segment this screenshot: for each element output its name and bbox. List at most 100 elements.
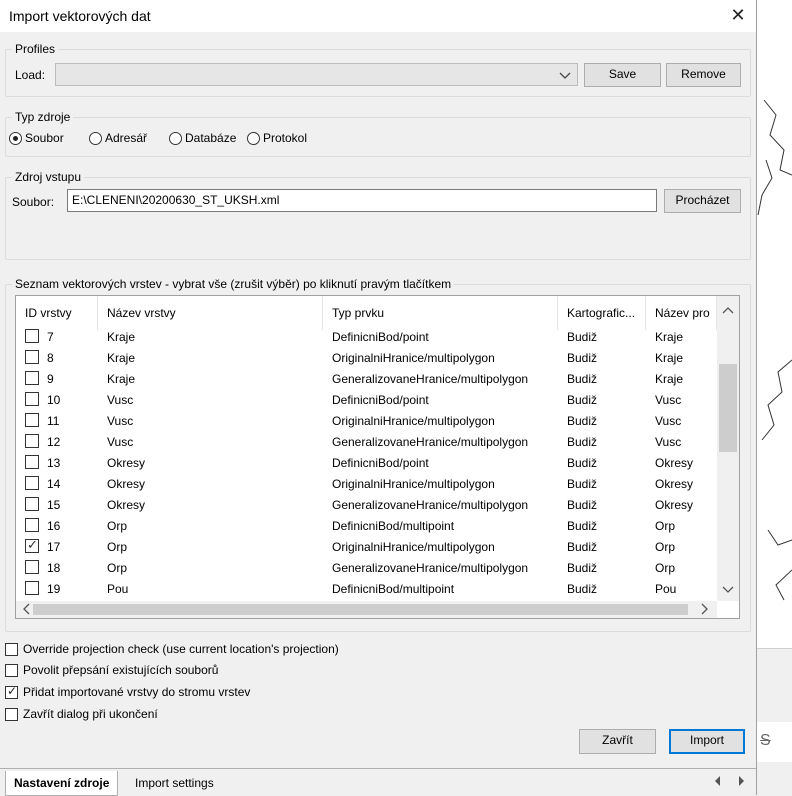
table-row[interactable]: 13 Okresy DefinicniBod/point Budiž Okresy (16, 453, 717, 474)
table-row[interactable]: 10 Vusc DefinicniBod/point Budiž Vusc (16, 390, 717, 411)
vertical-scroll-thumb[interactable] (719, 364, 737, 452)
cell-id: 14 (47, 477, 61, 491)
horizontal-scroll-thumb[interactable] (33, 604, 688, 615)
radio-protokol[interactable]: Protokol (247, 131, 307, 145)
cell-feature-type: GeneralizovaneHranice/multipolygon (332, 372, 529, 386)
close-on-finish-label: Zavřít dialog při ukončení (23, 707, 158, 721)
tab-import-settings[interactable]: Import settings (127, 771, 222, 796)
radio-adresar[interactable]: Adresář (89, 131, 147, 145)
cell-output-name: Kraje (655, 351, 684, 365)
radio-soubor[interactable]: Soubor (9, 131, 64, 145)
radio-unselected-icon (247, 131, 260, 145)
tab-prev-icon[interactable] (712, 775, 722, 790)
close-icon[interactable]: ✕ (728, 4, 748, 26)
row-checkbox[interactable] (25, 434, 39, 448)
cell-feature-type: DefinicniBod/point (332, 393, 429, 407)
column-header-output[interactable]: Název pro (646, 296, 717, 330)
remove-profile-button[interactable]: Remove (666, 63, 741, 87)
map-outline (757, 99, 792, 601)
notebook-tabs: Nastavení zdroje Import settings (0, 768, 756, 796)
checkbox-icon (5, 663, 18, 677)
radio-databaze-label: Databáze (185, 131, 237, 145)
horizontal-scrollbar[interactable] (16, 601, 717, 618)
profile-select[interactable] (55, 63, 578, 86)
tab-source-settings[interactable]: Nastavení zdroje (5, 771, 119, 796)
cell-id: 19 (47, 582, 61, 596)
row-checkbox[interactable] (25, 371, 39, 385)
import-button[interactable]: Import (669, 729, 745, 754)
table-row[interactable]: 14 Okresy OriginalniHranice/multipolygon Bu… (16, 474, 717, 495)
cell-layer-name: Orp (107, 519, 128, 533)
cell-output-name: Kraje (655, 372, 684, 386)
row-checkbox[interactable] (25, 497, 39, 511)
cell-carto: Budiž (567, 351, 598, 365)
layers-table[interactable]: ID vrstvy Název vrstvy Typ prvku Kartogr… (15, 295, 740, 619)
radio-unselected-icon (169, 131, 182, 145)
table-row[interactable]: 12 Vusc GeneralizovaneHranice/multipolygon… (16, 432, 717, 453)
row-checkbox[interactable] (25, 476, 39, 490)
cell-carto: Budiž (567, 540, 598, 554)
scroll-up-icon[interactable] (722, 304, 734, 318)
radio-unselected-icon (89, 131, 102, 145)
cell-id: 13 (47, 456, 61, 470)
table-row[interactable]: 8 Kraje OriginalniHranice/multipolygon Budi… (16, 348, 717, 369)
row-checkbox[interactable] (25, 455, 39, 469)
vertical-scrollbar[interactable] (717, 296, 739, 601)
cell-id: 10 (47, 393, 61, 407)
table-row[interactable]: 16 Orp DefinicniBod/multipoint Budiž Orp (16, 516, 717, 537)
cell-carto: Budiž (567, 330, 598, 344)
cell-layer-name: Kraje (107, 372, 136, 386)
allow-overwrite-checkbox[interactable]: Povolit přepsání existujících souborů (5, 663, 218, 677)
table-row[interactable]: 7 Kraje DefinicniBod/point Budiž Kraje (16, 327, 717, 348)
cell-feature-type: GeneralizovaneHranice/multipolygon (332, 498, 529, 512)
cell-layer-name: Orp (107, 561, 128, 575)
file-path-input[interactable]: E:\CLENENI\20200630_ST_UKSH.xml (67, 189, 657, 212)
row-checkbox[interactable] (25, 350, 39, 364)
cell-carto: Budiž (567, 582, 598, 596)
save-profile-button[interactable]: Save (584, 63, 661, 87)
profiles-group-label: Profiles (12, 42, 59, 56)
override-projection-checkbox[interactable]: Override projection check (use current l… (5, 642, 339, 656)
cell-output-name: Pou (655, 582, 677, 596)
row-checkbox[interactable] (25, 329, 39, 343)
scroll-down-icon[interactable] (722, 584, 734, 598)
browse-button[interactable]: Procházet (664, 189, 741, 213)
row-checkbox[interactable] (25, 392, 39, 406)
scroll-left-icon[interactable] (21, 603, 31, 618)
column-header-type[interactable]: Typ prvku (323, 296, 558, 330)
table-row[interactable]: 17 Orp OriginalniHranice/multipolygon Budiž… (16, 537, 717, 558)
add-to-tree-checkbox[interactable]: Přidat importované vrstvy do stromu vrst… (5, 684, 250, 699)
close-button[interactable]: Zavřít (579, 729, 656, 754)
row-checkbox[interactable] (25, 581, 39, 595)
radio-databaze[interactable]: Databáze (169, 131, 236, 145)
table-row[interactable]: 11 Vusc OriginalniHranice/multipolygon Budi… (16, 411, 717, 432)
column-header-carto[interactable]: Kartografic... (558, 296, 646, 330)
cell-carto: Budiž (567, 414, 598, 428)
cell-carto: Budiž (567, 372, 598, 386)
chevron-down-icon (559, 65, 571, 88)
row-checkbox[interactable] (25, 518, 39, 532)
table-row[interactable]: 19 Pou DefinicniBod/multipoint Budiž Pou (16, 579, 717, 600)
row-checkbox-checked[interactable] (25, 537, 39, 553)
close-on-finish-checkbox[interactable]: Zavřít dialog při ukončení (5, 707, 158, 721)
tab-next-icon[interactable] (737, 775, 747, 790)
scroll-right-icon[interactable] (700, 603, 710, 618)
cell-feature-type: GeneralizovaneHranice/multipolygon (332, 435, 529, 449)
table-row[interactable]: 18 Orp GeneralizovaneHranice/multipolygon B… (16, 558, 717, 579)
cell-output-name: Orp (655, 519, 676, 533)
cell-output-name: Kraje (655, 330, 684, 344)
radio-protokol-label: Protokol (263, 131, 308, 145)
strikethrough-icon[interactable]: S (760, 732, 771, 750)
cell-feature-type: OriginalniHranice/multipolygon (332, 414, 495, 428)
row-checkbox[interactable] (25, 413, 39, 427)
row-checkbox[interactable] (25, 560, 39, 574)
table-row[interactable]: 15 Okresy GeneralizovaneHranice/multipolyg… (16, 495, 717, 516)
column-header-name[interactable]: Název vrstvy (98, 296, 323, 330)
column-header-id[interactable]: ID vrstvy (16, 296, 98, 330)
cell-feature-type: DefinicniBod/multipoint (332, 519, 455, 533)
table-row[interactable]: 9 Kraje GeneralizovaneHranice/multipolygon… (16, 369, 717, 390)
allow-overwrite-label: Povolit přepsání existujících souborů (23, 663, 219, 677)
cell-feature-type: DefinicniBod/point (332, 330, 429, 344)
cell-feature-type: OriginalniHranice/multipolygon (332, 477, 495, 491)
cell-carto: Budiž (567, 435, 598, 449)
